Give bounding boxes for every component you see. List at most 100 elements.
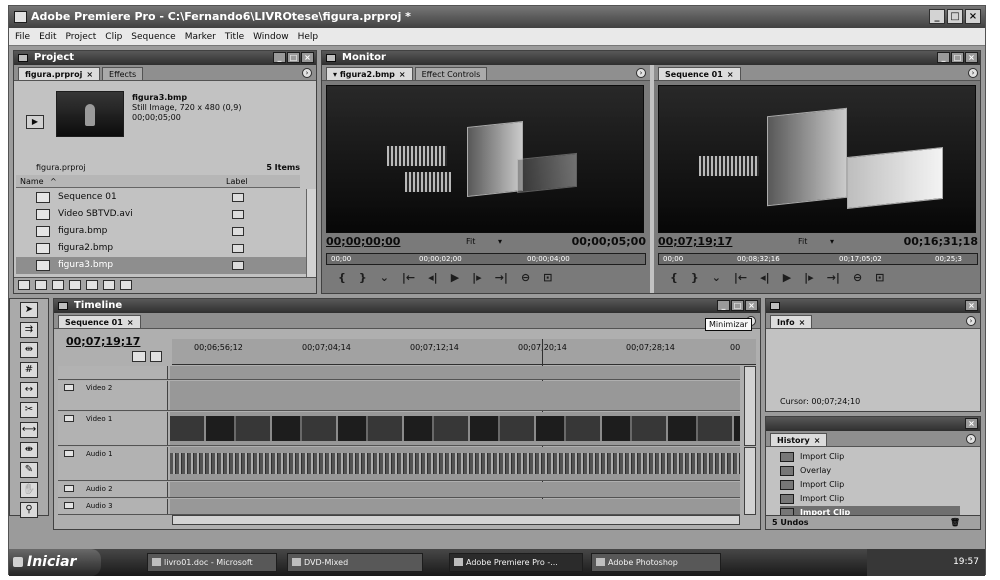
snap-icon[interactable] (132, 351, 146, 362)
window-titlebar[interactable]: Adobe Premiere Pro - C:\Fernando6\LIVROt… (9, 6, 985, 28)
tab-close-icon[interactable]: × (127, 318, 134, 327)
preview-play-button[interactable]: ▶ (26, 115, 44, 129)
window-close-button[interactable]: × (965, 9, 981, 24)
history-item[interactable]: Import Clip (780, 492, 960, 506)
step-back-icon[interactable]: ◂| (760, 269, 770, 287)
find-icon[interactable] (69, 280, 81, 290)
go-to-out-icon[interactable]: →| (495, 269, 508, 287)
list-item[interactable]: figura2.bmp (16, 240, 306, 257)
track-body[interactable] (170, 366, 740, 379)
start-button[interactable]: Iniciar (9, 549, 101, 576)
timeline-video-scrollbar[interactable] (744, 366, 756, 446)
project-maximize-button[interactable]: □ (287, 52, 300, 63)
tab-project[interactable]: figura.prproj × (18, 67, 101, 80)
tab-history[interactable]: History × (770, 433, 828, 446)
menu-edit[interactable]: Edit (39, 28, 56, 45)
track-body[interactable] (170, 381, 740, 410)
safe-margins-icon[interactable]: ⊡ (543, 269, 552, 287)
step-forward-icon[interactable]: |▸ (804, 269, 814, 287)
source-zoom-select[interactable]: Fit (466, 237, 475, 246)
taskbar-item-word[interactable]: livro01.doc - Microsoft (147, 553, 277, 572)
info-panel-titlebar[interactable]: × (766, 299, 980, 313)
track-body[interactable] (170, 447, 740, 480)
source-current-timecode[interactable]: 00;00;00;00 (326, 235, 400, 248)
panel-menu-icon[interactable]: › (966, 434, 976, 444)
set-marker-icon[interactable] (150, 351, 162, 362)
menu-help[interactable]: Help (298, 28, 319, 45)
icon-view-icon[interactable] (35, 280, 47, 290)
taskbar-item-folder[interactable]: DVD-Mixed (287, 553, 423, 572)
step-back-icon[interactable]: ◂| (428, 269, 438, 287)
tab-close-icon[interactable]: × (86, 70, 93, 79)
list-item[interactable]: Video SBTVD.avi (16, 206, 306, 223)
rate-stretch-tool-icon[interactable]: ↔ (20, 382, 38, 398)
loop-icon[interactable]: ⊖ (521, 269, 530, 287)
project-close-button[interactable]: × (301, 52, 314, 63)
window-minimize-button[interactable]: _ (929, 9, 945, 24)
slip-tool-icon[interactable]: ⟷ (20, 422, 38, 438)
tab-timeline-sequence[interactable]: Sequence 01 × (58, 315, 141, 328)
taskbar-item-photoshop[interactable]: Adobe Photoshop (591, 553, 721, 572)
list-item-selected[interactable]: figura3.bmp (16, 257, 306, 274)
panel-menu-icon[interactable]: › (968, 68, 978, 78)
timeline-close-button[interactable]: × (745, 300, 758, 311)
menu-window[interactable]: Window (253, 28, 289, 45)
menu-project[interactable]: Project (66, 28, 97, 45)
video-clip[interactable] (170, 416, 740, 441)
trash-icon[interactable]: 🗑 (950, 516, 960, 529)
step-forward-icon[interactable]: |▸ (472, 269, 482, 287)
timeline-maximize-button[interactable]: □ (731, 300, 744, 311)
list-item[interactable]: figura.bmp (16, 223, 306, 240)
menu-file[interactable]: File (15, 28, 30, 45)
play-icon[interactable]: ▶ (783, 269, 791, 287)
hand-tool-icon[interactable]: ✋ (20, 482, 38, 498)
tab-close-icon[interactable]: × (799, 318, 806, 327)
timeline-panel-titlebar[interactable]: Timeline _ □ × (54, 299, 760, 313)
set-in-icon[interactable]: { (670, 269, 678, 287)
project-panel-titlebar[interactable]: Project _ □ × (14, 51, 316, 65)
go-to-out-icon[interactable]: →| (827, 269, 840, 287)
menu-sequence[interactable]: Sequence (131, 28, 175, 45)
menu-marker[interactable]: Marker (185, 28, 216, 45)
automate-to-sequence-icon[interactable] (52, 280, 64, 290)
pen-tool-icon[interactable]: ✎ (20, 462, 38, 478)
tab-program-sequence[interactable]: Sequence 01 × (658, 67, 741, 80)
taskbar-item-premiere[interactable]: Adobe Premiere Pro -... (449, 553, 583, 572)
loop-icon[interactable]: ⊖ (853, 269, 862, 287)
window-maximize-button[interactable]: □ (947, 9, 963, 24)
history-item[interactable]: Overlay (780, 464, 960, 478)
ripple-edit-tool-icon[interactable]: ⇹ (20, 342, 38, 358)
selection-tool-icon[interactable]: ➤ (20, 302, 38, 318)
monitor-panel-titlebar[interactable]: Monitor _ □ × (322, 51, 980, 65)
chevron-down-icon[interactable]: ▾ (830, 237, 834, 246)
set-out-icon[interactable]: } (691, 269, 699, 287)
tab-source-clip[interactable]: ▾ figura2.bmp × (326, 67, 413, 80)
new-bin-icon[interactable] (86, 280, 98, 290)
new-item-icon[interactable] (103, 280, 115, 290)
track-select-tool-icon[interactable]: ⇉ (20, 322, 38, 338)
safe-margins-icon[interactable]: ⊡ (875, 269, 884, 287)
timeline-time-ruler[interactable]: 00;06;56;12 00;07;04;14 00;07;12;14 00;0… (172, 339, 756, 365)
tab-effects[interactable]: Effects (102, 67, 144, 80)
tab-close-icon[interactable]: × (399, 70, 406, 79)
audio-clip[interactable] (170, 453, 740, 474)
tab-effect-controls[interactable]: Effect Controls (414, 67, 488, 80)
track-body[interactable] (170, 412, 740, 445)
panel-menu-icon[interactable]: › (966, 316, 976, 326)
zoom-tool-icon[interactable]: ⚲ (20, 502, 38, 518)
column-label-header[interactable]: Label (226, 175, 248, 188)
timeline-audio-scrollbar[interactable] (744, 447, 756, 515)
list-view-icon[interactable] (18, 280, 30, 290)
play-icon[interactable]: ▶ (451, 269, 459, 287)
trash-icon[interactable] (120, 280, 132, 290)
speaker-icon[interactable] (64, 485, 74, 492)
timeline-minimize-button[interactable]: _ (717, 300, 730, 311)
panel-menu-icon[interactable]: › (302, 68, 312, 78)
history-item[interactable]: Import Clip (780, 478, 960, 492)
go-to-in-icon[interactable]: |← (734, 269, 747, 287)
speaker-icon[interactable] (64, 502, 74, 509)
history-close-button[interactable]: × (965, 418, 978, 429)
menu-clip[interactable]: Clip (105, 28, 122, 45)
razor-tool-icon[interactable]: ✂ (20, 402, 38, 418)
menu-title[interactable]: Title (225, 28, 244, 45)
